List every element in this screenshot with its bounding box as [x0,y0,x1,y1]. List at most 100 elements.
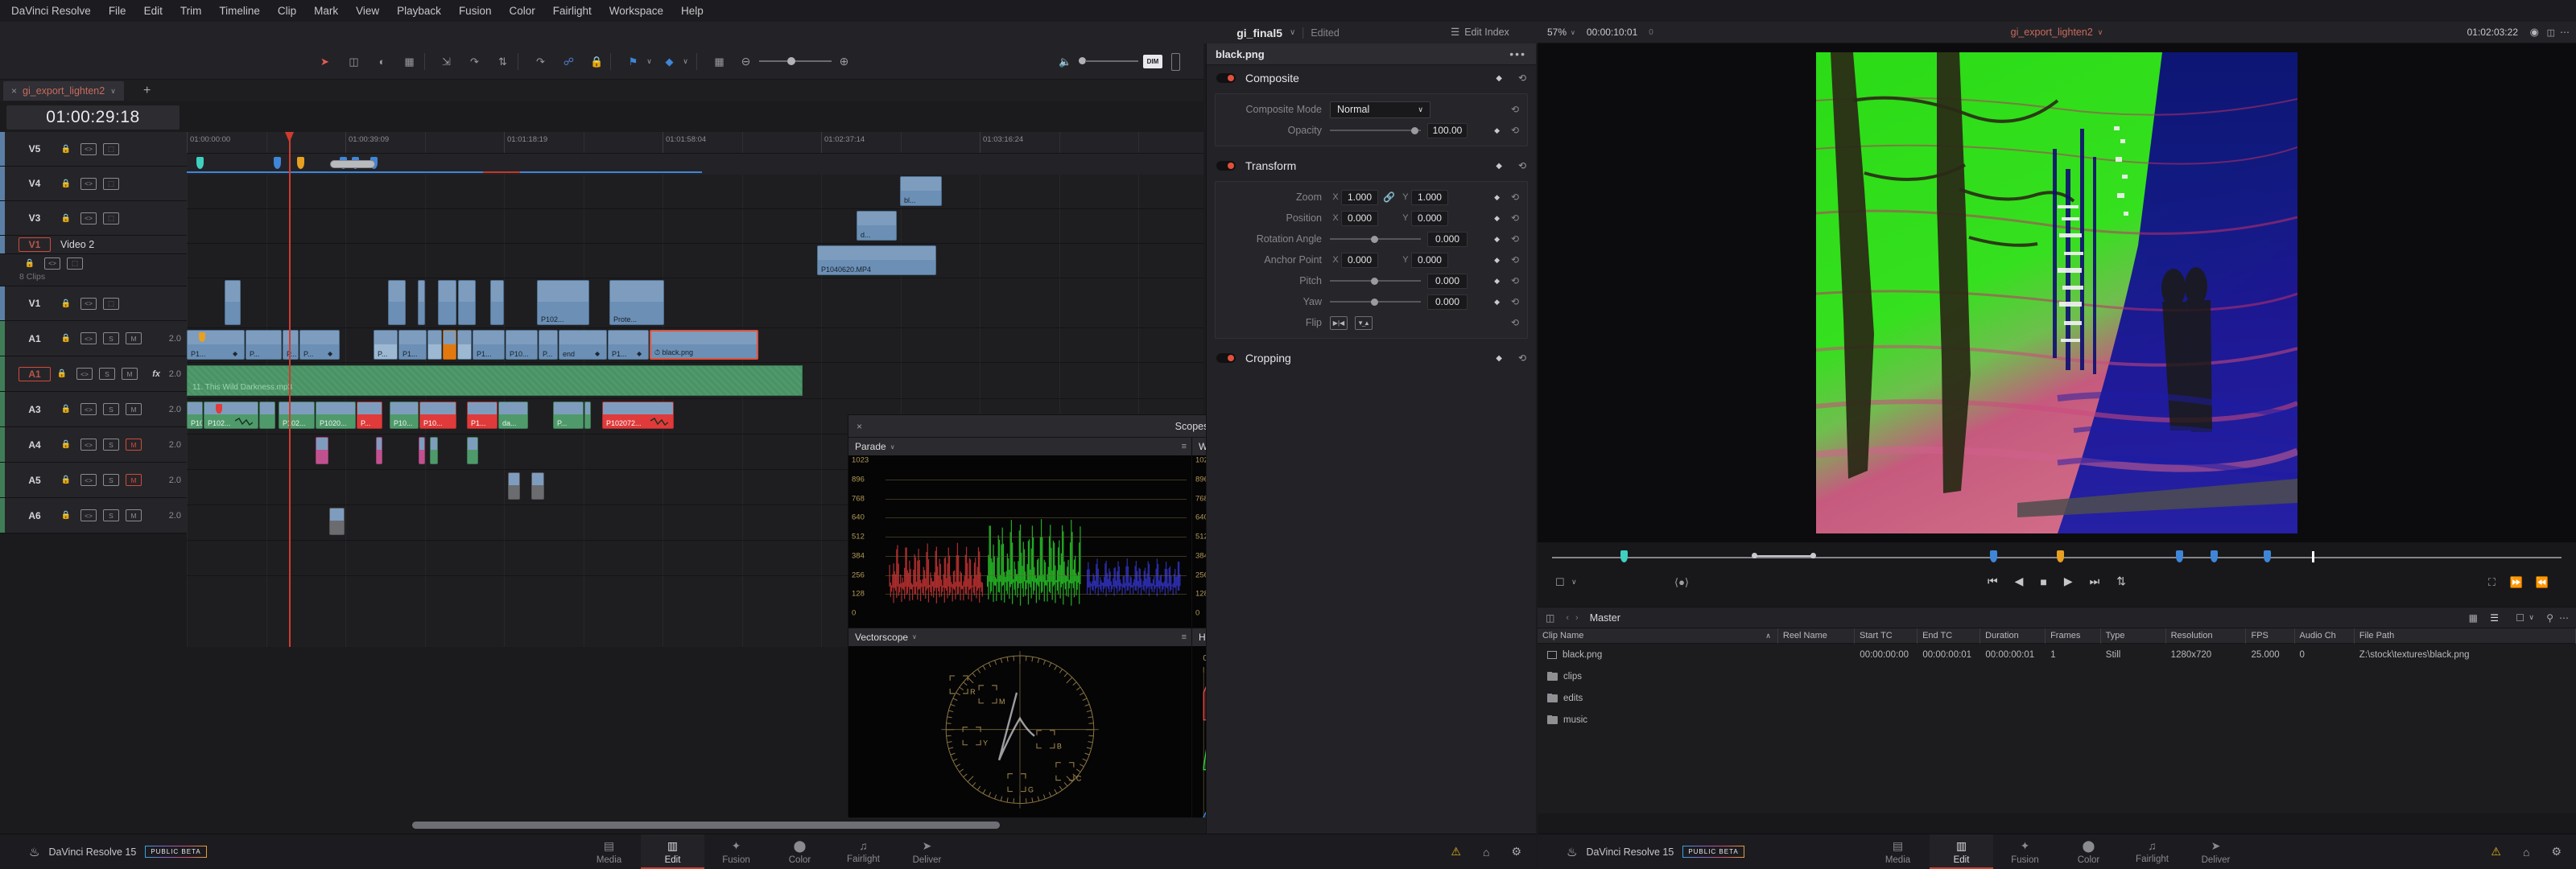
timeline-clip[interactable]: Prote... [609,280,664,325]
page-fairlight[interactable]: ♫ Fairlight [2120,834,2184,869]
auto-select-icon[interactable]: <> [44,257,60,270]
lock-icon[interactable]: 🔒 [588,52,606,71]
mark-out-icon[interactable]: ⏩ [2510,576,2523,589]
track-name-A3[interactable]: A3 [14,404,55,415]
audio-layers-icon[interactable]: ▦ [710,52,729,71]
timeline-clip[interactable] [388,280,406,325]
project-chevron-icon[interactable]: ∨ [1290,28,1295,37]
reset-icon[interactable]: ⟲ [1511,317,1519,328]
solo-button[interactable]: S [99,368,115,380]
media-pool-toggle-icon[interactable]: ◫ [1538,612,1554,624]
y-field[interactable]: 0.000 [1410,252,1448,268]
timeline-clip[interactable]: d... [857,211,897,241]
keyframe-diamond-icon[interactable]: ◆ [595,350,600,357]
timeline-clip[interactable]: P... ◆ [299,330,340,360]
timeline-hscrollbar[interactable] [187,822,1203,829]
x-field[interactable]: 0.000 [1341,252,1378,268]
column-header-reel-name[interactable]: Reel Name [1778,628,1855,644]
zoom-slider-knob[interactable] [787,57,795,65]
jog-range[interactable] [1751,553,1816,558]
section-header[interactable]: Cropping ◆ ⟲ [1207,345,1536,371]
chevron-down-icon[interactable]: ∨ [110,87,116,96]
timeline-clip[interactable]: P... [246,330,282,360]
menu-item-fairlight[interactable]: Fairlight [544,5,601,17]
value-field[interactable]: 100.00 [1427,122,1468,138]
column-header-file-path[interactable]: File Path [2355,628,2576,644]
auto-select-icon[interactable]: <> [80,332,97,344]
timeline-clip[interactable]: P1... ◆ [608,330,649,360]
thumbnail-view-icon[interactable]: ▦ [2469,612,2478,624]
linked-selection-icon[interactable]: ☍ [559,52,578,71]
keyframe-diamond-icon[interactable]: ◆ [1496,354,1502,363]
lock-icon[interactable]: 🔒 [54,368,70,380]
track-header-A1a[interactable]: A1 🔒 <> S M 2.0 [0,321,187,356]
slider[interactable] [1330,274,1421,289]
timeline-clip[interactable]: P102... [279,402,315,429]
track-header-V3[interactable]: V3 🔒 <> ⬚ [0,201,187,236]
slider[interactable] [1330,294,1421,310]
section-header[interactable]: Composite ◆ ⟲ [1207,65,1536,91]
timeline-track-row[interactable]: P1040620.MP4 [187,244,1203,278]
timeline-clip[interactable] [438,280,456,325]
scrub-range[interactable] [330,160,375,168]
track-name-V1[interactable]: V1 [14,298,55,309]
timeline-clip[interactable]: bl... [900,176,942,206]
timeline-clip[interactable] [259,402,275,429]
keyframe-diamond-icon[interactable]: ◆ [1496,74,1502,83]
timeline-clip[interactable] [458,280,476,325]
keyframe-diamond-icon[interactable]: ◆ [1494,193,1500,202]
slider[interactable] [1330,123,1421,138]
titlebar-edit-index-button[interactable]: ☰ Edit Index [1441,22,1519,43]
timeline-clip[interactable] [329,508,345,535]
warning-icon[interactable]: ⚠ [1451,845,1461,859]
media-pool-row[interactable]: black.png 00:00:00:00 00:00:00:01 00:00:00:… [1538,644,2576,665]
track-header-A3[interactable]: A3 🔒 <> S M 2.0 [0,392,187,427]
keyframe-diamond-icon[interactable]: ◆ [328,350,332,357]
auto-select-icon[interactable]: <> [80,439,97,451]
keyframe-diamond-icon[interactable]: ◆ [1494,235,1500,244]
reset-icon[interactable]: ⟲ [1518,72,1526,84]
y-field[interactable]: 0.000 [1410,210,1448,226]
column-header-resolution[interactable]: Resolution [2166,628,2247,644]
timeline-track-row[interactable]: bl... [187,175,1203,209]
keyframe-diamond-icon[interactable]: ◆ [1496,162,1502,171]
auto-select-icon[interactable]: <> [76,368,93,380]
track-header-A1b[interactable]: A1 🔒 <> S Mfx 2.0 [0,356,187,392]
dynamic-trim-icon[interactable]: ◐ [373,52,391,71]
timeline-clip[interactable]: P... [374,330,398,360]
lock-icon[interactable]: 🔒 [58,212,74,224]
auto-select-icon[interactable]: <> [80,212,97,224]
music-clip[interactable]: 11. This Wild Darkness.mp3 [187,365,803,396]
lock-icon[interactable]: 🔒 [58,298,74,310]
timeline-clip[interactable]: da... [498,402,528,429]
lock-icon[interactable]: 🔒 [58,178,74,190]
timeline-clip[interactable] [467,437,478,464]
snapping-icon[interactable]: ↷ [531,52,550,71]
viewer-zoom-level[interactable]: 57% [1538,27,1567,38]
more-options-icon[interactable]: ⋯ [2559,612,2570,624]
timeline-marker[interactable] [196,157,204,169]
jog-marker[interactable] [2176,550,2184,562]
jog-marker[interactable] [1990,550,1998,562]
page-media[interactable]: ▤ Media [1866,834,1930,869]
gear-icon[interactable]: ⚙ [2551,845,2562,859]
composite-mode-dropdown[interactable]: Normal ∨ [1330,101,1430,118]
chevron-down-icon[interactable]: ∨ [2529,613,2534,622]
more-options-icon[interactable]: ⋯ [2560,27,2570,38]
marker-lane[interactable] [187,154,1203,175]
menu-item-timeline[interactable]: Timeline [210,5,269,17]
flip-horizontal-icon[interactable]: ▶|◀ [1330,315,1348,330]
timeline-clip[interactable]: P... [553,402,584,429]
step-back-icon[interactable]: ◀ [2015,575,2024,588]
timeline-clip[interactable]: P102... [204,402,258,429]
safe-area-icon[interactable]: ☐ [1555,576,1565,589]
mute-button[interactable]: M [126,332,142,344]
keyframe-diamond-icon[interactable]: ◆ [1494,277,1500,286]
timeline-clip[interactable] [316,437,328,464]
section-header[interactable]: Transform ◆ ⟲ [1207,153,1536,179]
scope-settings-icon[interactable]: ≡ [1182,442,1187,451]
parade-scope[interactable]: Parade ∨ ≡ 1023 896 768 640 512 384 256 128 0 [848,438,1191,628]
timeline-clip[interactable]: P1... [473,330,505,360]
keyframe-diamond-icon[interactable]: ◆ [233,350,237,357]
video-enable-icon[interactable]: ⬚ [103,142,119,155]
